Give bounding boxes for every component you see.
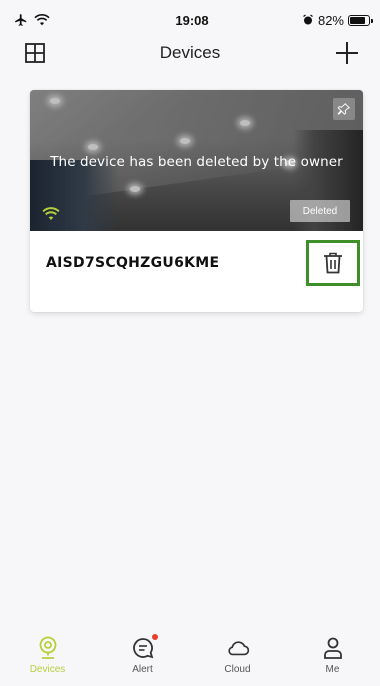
nav-item-me[interactable]: Me (293, 636, 373, 675)
wifi-status-icon (34, 14, 50, 26)
pin-icon[interactable] (333, 98, 355, 120)
alarm-clock-icon (303, 14, 313, 25)
airplane-icon (15, 14, 27, 26)
status-left (14, 13, 124, 27)
device-card[interactable]: The device has been deleted by the owner… (30, 90, 363, 312)
device-thumbnail[interactable]: The device has been deleted by the owner… (30, 90, 363, 231)
battery-icon (348, 14, 373, 26)
deleted-message: The device has been deleted by the owner (50, 154, 343, 170)
notification-dot (151, 634, 158, 640)
nav-label: Devices (29, 664, 66, 675)
nav-item-cloud[interactable]: Cloud (198, 636, 278, 675)
nav-label: Me (325, 664, 340, 675)
status-time: 19:08 (175, 12, 209, 28)
status-badge: Deleted (290, 200, 350, 222)
status-right: 82% (260, 12, 373, 28)
page-title: Devices (159, 43, 221, 62)
delete-button[interactable] (306, 240, 360, 286)
bottom-nav: Devices Alert Cloud Me (0, 634, 380, 686)
device-id: AISD7SCQHZGU6KME (46, 255, 220, 271)
nav-item-devices[interactable]: Devices (8, 636, 88, 675)
battery-level (350, 16, 365, 24)
nav-item-alert[interactable]: Alert (103, 634, 183, 675)
grid-icon[interactable] (24, 42, 46, 64)
message-icon (131, 634, 158, 660)
plus-icon[interactable] (334, 40, 360, 66)
trash-icon (324, 252, 342, 274)
wifi-icon (42, 207, 60, 220)
nav-label: Cloud (224, 664, 251, 675)
cloud-icon (226, 636, 250, 660)
battery-percent: 82% (317, 12, 344, 28)
header: Devices (0, 34, 380, 72)
person-icon (321, 636, 345, 660)
nav-label: Alert (132, 664, 153, 675)
camera-icon (36, 636, 60, 660)
